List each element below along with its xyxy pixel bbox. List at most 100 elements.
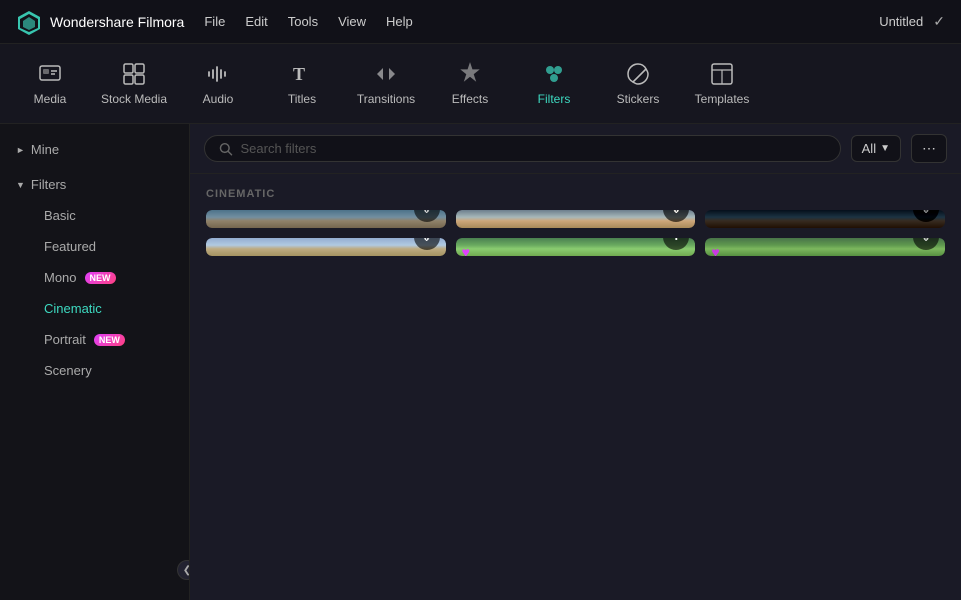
toolbar-stock-media[interactable]: Stock Media [94, 51, 174, 116]
download-icon[interactable]: ⇓ [663, 210, 689, 222]
toolbar-audio[interactable]: Audio [178, 51, 258, 116]
toolbar-stock-media-label: Stock Media [101, 92, 167, 106]
transitions-icon [373, 61, 399, 87]
filter-card-cool-film[interactable]: ⇓ Cool Film [206, 210, 446, 228]
search-input-wrap[interactable] [204, 135, 841, 162]
app-name: Wondershare Filmora [50, 14, 184, 30]
sidebar-filters-label: Filters [31, 177, 66, 192]
filters-icon [541, 61, 567, 87]
audio-icon [205, 61, 231, 87]
svg-text:T: T [293, 64, 305, 84]
effects-icon [457, 61, 483, 87]
toolbar-stickers[interactable]: Stickers [598, 51, 678, 116]
sidebar-item-portrait[interactable]: Portrait NEW [16, 324, 173, 355]
sidebar-item-mono[interactable]: Mono NEW [16, 262, 173, 293]
download-icon[interactable]: ⇓ [913, 210, 939, 222]
filter-thumb-sunlit-siesta: ♥ ⇓ [705, 238, 945, 256]
sidebar-mine-section: ► Mine [0, 132, 189, 167]
download-icon[interactable]: ⇓ [414, 238, 440, 250]
toolbar-stickers-label: Stickers [617, 92, 660, 106]
media-icon [37, 61, 63, 87]
filter-card-sunshine-sway[interactable]: ♥ + Sunshine Sway [456, 238, 696, 256]
sidebar-scenery-label: Scenery [44, 363, 92, 378]
sidebar-basic-label: Basic [44, 208, 76, 223]
logo-icon [16, 9, 42, 35]
toolbar: Media Stock Media Audio T Titles Transit… [0, 44, 961, 124]
main-layout: ► Mine ▼ Filters Basic Featured Mono NEW [0, 124, 961, 600]
harry-potter-download[interactable]: ⇓ [663, 210, 689, 222]
menu-file[interactable]: File [204, 14, 225, 29]
search-bar: All ▼ ⋯ [190, 124, 961, 174]
title-bar: Wondershare Filmora File Edit Tools View… [0, 0, 961, 44]
filter-thumb-cool-film: ⇓ [206, 210, 446, 228]
search-input[interactable] [241, 141, 826, 156]
heart-icon: ♥ [462, 244, 470, 256]
toolbar-transitions-label: Transitions [357, 92, 415, 106]
filter-card-harry-potter[interactable]: ⇓ Harry Potter [456, 210, 696, 228]
sidebar-items: Basic Featured Mono NEW Cinematic Portra… [16, 200, 173, 386]
more-options-button[interactable]: ⋯ [911, 134, 947, 163]
check-icon: ✓ [933, 13, 945, 30]
sidebar-item-basic[interactable]: Basic [16, 200, 173, 231]
toolbar-templates[interactable]: Templates [682, 51, 762, 116]
sidebar-item-cinematic[interactable]: Cinematic [16, 293, 173, 324]
add-icon[interactable]: + [663, 238, 689, 250]
sidebar-item-scenery[interactable]: Scenery [16, 355, 173, 386]
filters-arrow-icon: ▼ [16, 180, 25, 190]
search-icon [219, 142, 233, 156]
stickers-icon [625, 61, 651, 87]
toolbar-media[interactable]: Media [10, 51, 90, 116]
sidebar-cinematic-label: Cinematic [44, 301, 102, 316]
toolbar-titles[interactable]: T Titles [262, 51, 342, 116]
sidebar-filters-header[interactable]: ▼ Filters [16, 173, 173, 196]
filter-card-movie-03[interactable]: ⇓ Movie 03 [206, 238, 446, 256]
filter-thumb-dark-film: ⇓ [705, 210, 945, 228]
menu-edit[interactable]: Edit [245, 14, 267, 29]
toolbar-media-label: Media [34, 92, 67, 106]
sunshine-sway-add[interactable]: + [663, 238, 689, 250]
toolbar-audio-label: Audio [203, 92, 234, 106]
sidebar-item-featured[interactable]: Featured [16, 231, 173, 262]
sidebar: ► Mine ▼ Filters Basic Featured Mono NEW [0, 124, 190, 600]
templates-icon [709, 61, 735, 87]
download-icon[interactable]: ⇓ [913, 238, 939, 250]
menu-view[interactable]: View [338, 14, 366, 29]
dark-film-download[interactable]: ⇓ [913, 210, 939, 222]
sidebar-featured-label: Featured [44, 239, 96, 254]
sunlit-siesta-download[interactable]: ⇓ [913, 238, 939, 250]
sidebar-collapse-button[interactable]: ❮ [177, 560, 190, 580]
section-label: CINEMATIC [206, 188, 945, 200]
app-logo: Wondershare Filmora [16, 9, 184, 35]
toolbar-filters-label: Filters [538, 92, 571, 106]
toolbar-effects[interactable]: Effects [430, 51, 510, 116]
cool-film-download[interactable]: ⇓ [414, 210, 440, 222]
movie-03-download[interactable]: ⇓ [414, 238, 440, 250]
filter-card-dark-film[interactable]: ⇓ Dark Film [705, 210, 945, 228]
toolbar-templates-label: Templates [695, 92, 750, 106]
filter-dropdown[interactable]: All ▼ [851, 135, 901, 162]
toolbar-transitions[interactable]: Transitions [346, 51, 426, 116]
stock-media-icon [121, 61, 147, 87]
filter-grid-scroll: CINEMATIC ⇓ Cool Film ⇓ [190, 174, 961, 600]
filter-thumb-sunshine-sway: ♥ + [456, 238, 696, 256]
menu-help[interactable]: Help [386, 14, 413, 29]
sidebar-filters-section: ▼ Filters Basic Featured Mono NEW Cinema… [0, 167, 189, 392]
sidebar-portrait-label: Portrait [44, 332, 86, 347]
filter-thumb-harry-potter: ⇓ [456, 210, 696, 228]
menu-tools[interactable]: Tools [288, 14, 318, 29]
sidebar-mine-label: Mine [31, 142, 59, 157]
toolbar-filters[interactable]: Filters [514, 51, 594, 116]
download-icon[interactable]: ⇓ [414, 210, 440, 222]
filter-thumb-movie-03: ⇓ [206, 238, 446, 256]
menu-bar: File Edit Tools View Help [204, 14, 412, 29]
toolbar-titles-label: Titles [288, 92, 316, 106]
heart-icon: ♥ [711, 244, 719, 256]
mine-arrow-icon: ► [16, 145, 25, 155]
content-area: All ▼ ⋯ CINEMATIC ⇓ Cool Film [190, 124, 961, 600]
sidebar-mine-header[interactable]: ► Mine [16, 138, 173, 161]
filter-card-sunlit-siesta[interactable]: ♥ ⇓ Sunlit Siesta [705, 238, 945, 256]
filter-dropdown-label: All [862, 141, 876, 156]
mono-badge: NEW [85, 272, 116, 284]
portrait-badge: NEW [94, 334, 125, 346]
sidebar-mono-label: Mono [44, 270, 77, 285]
